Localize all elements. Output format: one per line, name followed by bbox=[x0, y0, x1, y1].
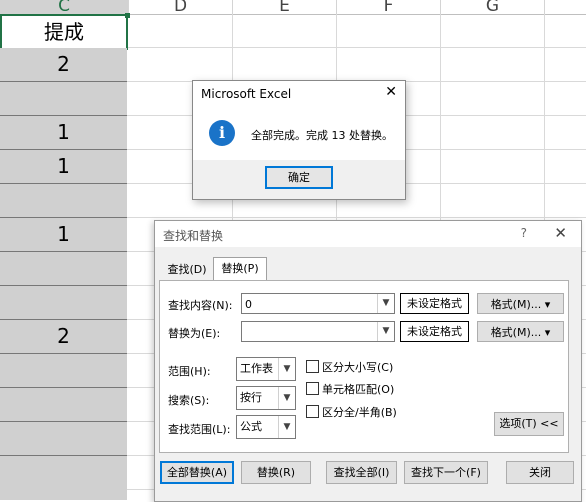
find-all-button[interactable]: 查找全部(I) bbox=[326, 461, 397, 484]
match-case-checkbox[interactable] bbox=[306, 360, 319, 373]
options-button[interactable]: 选项(T) << bbox=[494, 412, 564, 436]
cell-c[interactable] bbox=[0, 388, 127, 422]
replace-format-button-label: 格式(M)... bbox=[490, 326, 542, 339]
message-box-body: i 全部完成。完成 13 处替换。 bbox=[193, 107, 405, 160]
cell-c[interactable]: 1 bbox=[0, 218, 127, 252]
search-order-value: 按行 bbox=[240, 391, 262, 404]
cell-c[interactable] bbox=[0, 82, 127, 116]
cell-c-header[interactable]: 提成 bbox=[0, 14, 128, 50]
chevron-down-icon[interactable]: ▼ bbox=[278, 358, 295, 380]
cell-c[interactable] bbox=[0, 354, 127, 388]
find-what-input[interactable]: 0 ▼ bbox=[241, 293, 395, 314]
cell-c[interactable] bbox=[0, 286, 127, 320]
column-header-f[interactable]: F bbox=[337, 0, 441, 15]
scope-label: 范围(H): bbox=[168, 365, 211, 378]
replace-format-status: 未设定格式 bbox=[400, 321, 469, 342]
dialog-title: 查找和替换 bbox=[163, 229, 224, 243]
dialog-titlebar: 查找和替换 ? ✕ bbox=[155, 221, 581, 247]
chevron-down-icon[interactable]: ▼ bbox=[278, 387, 295, 409]
match-cell-checkbox[interactable] bbox=[306, 382, 319, 395]
tab-find[interactable]: 查找(D) bbox=[163, 259, 211, 280]
look-in-select[interactable]: 公式 ▼ bbox=[236, 415, 296, 439]
chevron-down-icon[interactable]: ▼ bbox=[377, 294, 394, 313]
cell-c[interactable]: 2 bbox=[0, 320, 127, 354]
look-in-value: 公式 bbox=[240, 420, 262, 433]
column-header-e[interactable]: E bbox=[233, 0, 337, 15]
message-box-title: Microsoft Excel bbox=[201, 87, 292, 101]
cell-c[interactable] bbox=[0, 456, 127, 500]
tab-replace[interactable]: 替换(P) bbox=[213, 257, 267, 281]
search-order-select[interactable]: 按行 ▼ bbox=[236, 386, 296, 410]
cell-c[interactable] bbox=[0, 422, 127, 456]
replace-with-label: 替换为(E): bbox=[168, 327, 221, 340]
close-icon[interactable]: ✕ bbox=[554, 224, 567, 242]
excel-message-box: Microsoft Excel ✕ i 全部完成。完成 13 处替换。 确定 bbox=[192, 80, 406, 200]
match-width-checkbox[interactable] bbox=[306, 405, 319, 418]
replace-panel: 查找内容(N): 0 ▼ 未设定格式 格式(M)... ▾ 替换为(E): ▼ … bbox=[159, 280, 569, 453]
find-next-button[interactable]: 查找下一个(F) bbox=[404, 461, 488, 484]
chevron-down-icon: ▾ bbox=[544, 326, 551, 339]
find-format-button[interactable]: 格式(M)... ▾ bbox=[477, 293, 564, 314]
match-case-label: 区分大小写(C) bbox=[322, 361, 394, 374]
scope-select[interactable]: 工作表 ▼ bbox=[236, 357, 296, 381]
message-box-titlebar: Microsoft Excel ✕ bbox=[193, 81, 405, 107]
replace-all-button[interactable]: 全部替换(A) bbox=[160, 461, 234, 484]
scope-value: 工作表 bbox=[240, 362, 273, 375]
close-icon[interactable]: ✕ bbox=[385, 84, 397, 100]
cell-c[interactable]: 1 bbox=[0, 150, 127, 184]
column-header-d[interactable]: D bbox=[129, 0, 233, 15]
match-width-label: 区分全/半角(B) bbox=[322, 406, 397, 419]
cell-c[interactable] bbox=[0, 184, 127, 218]
column-header-g[interactable]: G bbox=[441, 0, 545, 15]
column-header-h[interactable] bbox=[545, 0, 586, 15]
cell-c[interactable]: 2 bbox=[0, 48, 127, 82]
fill-handle[interactable] bbox=[125, 13, 130, 18]
look-in-label: 查找范围(L): bbox=[168, 423, 231, 436]
find-replace-dialog: 查找和替换 ? ✕ 查找(D) 替换(P) 查找内容(N): 0 ▼ 未设定格式… bbox=[154, 220, 582, 502]
cell-c[interactable]: 1 bbox=[0, 116, 127, 150]
search-order-label: 搜索(S): bbox=[168, 394, 210, 407]
chevron-down-icon[interactable]: ▼ bbox=[377, 322, 394, 341]
close-button[interactable]: 关闭 bbox=[506, 461, 574, 484]
find-what-label: 查找内容(N): bbox=[168, 299, 233, 312]
chevron-down-icon: ▾ bbox=[544, 298, 551, 311]
replace-with-input[interactable]: ▼ bbox=[241, 321, 395, 342]
help-icon[interactable]: ? bbox=[521, 226, 527, 240]
ok-button[interactable]: 确定 bbox=[265, 166, 333, 189]
replace-button[interactable]: 替换(R) bbox=[241, 461, 311, 484]
find-format-button-label: 格式(M)... bbox=[490, 298, 542, 311]
info-icon: i bbox=[209, 120, 235, 146]
find-what-value: 0 bbox=[245, 298, 252, 311]
cell-c[interactable] bbox=[0, 252, 127, 286]
find-format-status: 未设定格式 bbox=[400, 293, 469, 314]
replace-format-button[interactable]: 格式(M)... ▾ bbox=[477, 321, 564, 342]
chevron-down-icon[interactable]: ▼ bbox=[278, 416, 295, 438]
message-text: 全部完成。完成 13 处替换。 bbox=[251, 129, 393, 142]
match-cell-label: 单元格匹配(O) bbox=[322, 383, 395, 396]
